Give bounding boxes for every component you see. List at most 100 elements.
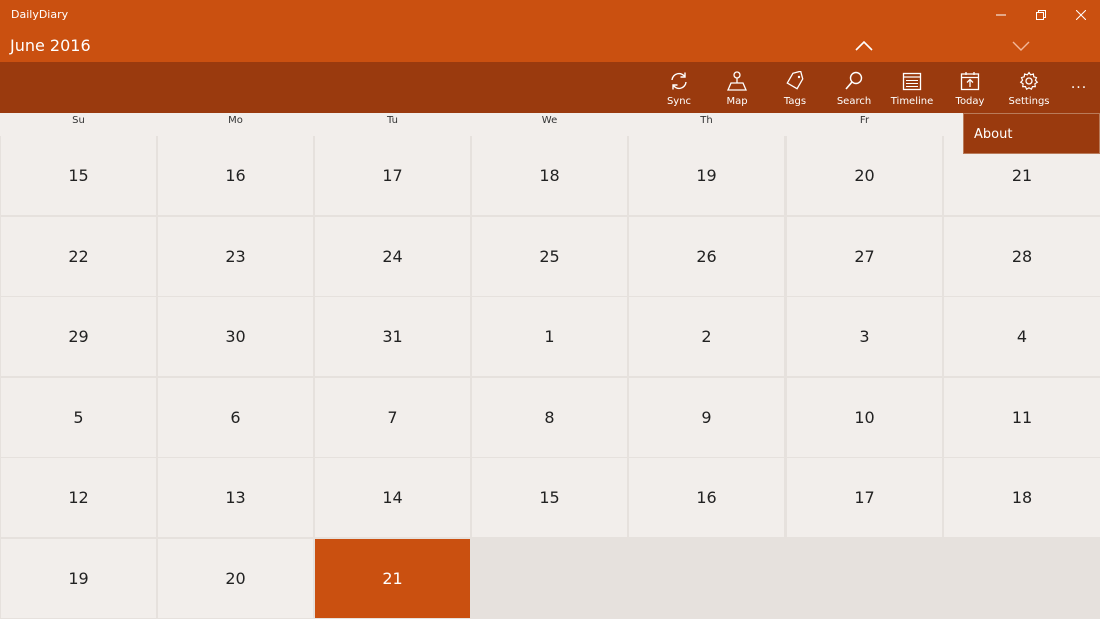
calendar-day[interactable]: 18 [472,136,627,215]
day-number: 10 [854,408,875,427]
calendar-day[interactable]: 3 [787,297,942,376]
sync-button[interactable]: Sync [650,62,708,113]
today-label: Today [955,96,985,107]
day-number: 26 [696,247,717,266]
day-number: 17 [854,488,875,507]
calendar-day[interactable]: 12 [1,458,156,537]
about-menu-item[interactable]: About [974,127,1012,142]
calendar-day[interactable]: 23 [158,217,313,296]
day-number: 11 [1011,408,1033,427]
tags-button[interactable]: Tags [766,62,824,113]
day-number: 9 [701,408,712,427]
calendar-day[interactable]: 6 [158,378,313,457]
day-number: 29 [68,327,89,346]
today-button[interactable]: Today [941,62,999,113]
day-number: 19 [696,166,717,185]
calendar-day[interactable]: 2 [629,297,784,376]
calendar-day[interactable]: 15 [472,458,627,537]
previous-month-button[interactable] [849,34,879,58]
settings-button[interactable]: Settings [1000,62,1058,113]
gear-icon [1019,71,1039,91]
calendar-day[interactable]: 7 [315,378,470,457]
day-number: 17 [382,166,403,185]
day-names-row: Su Mo Tu We Th Fr [0,113,1100,136]
close-icon [1075,10,1086,20]
calendar-day[interactable]: 20 [787,136,942,215]
calendar-day[interactable]: 16 [158,136,313,215]
day-number: 20 [854,166,875,185]
calendar-day[interactable]: 22 [1,217,156,296]
search-icon [845,71,863,90]
minimize-button[interactable] [981,0,1020,30]
calendar-day[interactable]: 27 [787,217,942,296]
tag-icon [786,71,804,90]
calendar-day[interactable]: 19 [629,136,784,215]
more-options-button[interactable]: ··· [1064,62,1094,113]
overflow-menu: About [963,113,1100,154]
calendar-day[interactable]: 17 [787,458,942,537]
restore-button[interactable] [1021,0,1060,30]
calendar-day[interactable]: 31 [315,297,470,376]
calendar-day[interactable]: 30 [158,297,313,376]
calendar-day[interactable]: 29 [1,297,156,376]
day-number: 1 [544,327,555,346]
tags-label: Tags [783,96,807,107]
calendar-day[interactable]: 10 [787,378,942,457]
calendar-day[interactable]: 19 [1,539,156,618]
calendar-day[interactable]: 18 [944,458,1100,537]
day-number: 25 [539,247,560,266]
day-number: 15 [539,488,560,507]
day-number: 30 [225,327,246,346]
calendar-day[interactable]: 20 [158,539,313,618]
day-name: We [541,115,558,126]
day-name: Th [700,115,713,126]
day-number: 28 [1011,247,1033,266]
calendar-day[interactable]: 25 [472,217,627,296]
calendar-day[interactable]: 5 [1,378,156,457]
day-number: 20 [225,569,246,588]
calendar-grid: 15 16 17 18 19 20 21 22 23 24 25 26 27 28 29 30 31 1 2 3 4 5 6… [0,136,1100,619]
timeline-icon [902,72,922,91]
day-number: 13 [225,488,246,507]
map-label: Map [726,96,748,107]
command-bar: Sync Map Tags Search Timeline Today Sett… [0,62,1100,113]
calendar-day[interactable]: 8 [472,378,627,457]
chevron-down-icon [1012,41,1030,51]
day-number: 19 [68,569,89,588]
month-header: June 2016 [0,30,1100,62]
timeline-label: Timeline [890,96,934,107]
map-icon [727,71,747,91]
calendar-day[interactable]: 17 [315,136,470,215]
day-name: Mo [228,115,243,126]
calendar-day[interactable]: 9 [629,378,784,457]
close-button[interactable] [1061,0,1100,30]
calendar-day[interactable]: 14 [315,458,470,537]
day-number: 12 [68,488,89,507]
calendar-day[interactable]: 4 [944,297,1100,376]
calendar-day[interactable]: 26 [629,217,784,296]
calendar-day[interactable]: 13 [158,458,313,537]
calendar-day[interactable]: 1 [472,297,627,376]
calendar-day[interactable]: 24 [315,217,470,296]
calendar-day-today[interactable]: 21 [315,539,470,618]
calendar-day[interactable]: 16 [629,458,784,537]
app-title: DailyDiary [11,8,69,21]
day-number: 18 [1011,488,1033,507]
day-number: 27 [854,247,875,266]
day-number: 15 [68,166,89,185]
day-number: 3 [859,327,870,346]
calendar-day[interactable]: 11 [944,378,1100,457]
map-button[interactable]: Map [708,62,766,113]
day-number: 23 [225,247,246,266]
day-number: 6 [230,408,241,427]
next-month-button[interactable] [1006,34,1036,58]
day-number: 14 [382,488,403,507]
minimize-icon [995,14,1006,16]
day-number: 16 [225,166,246,185]
calendar-day[interactable]: 15 [1,136,156,215]
month-title: June 2016 [10,36,91,55]
search-button[interactable]: Search [825,62,883,113]
calendar-day[interactable]: 28 [944,217,1100,296]
day-number: 24 [382,247,403,266]
timeline-button[interactable]: Timeline [883,62,941,113]
